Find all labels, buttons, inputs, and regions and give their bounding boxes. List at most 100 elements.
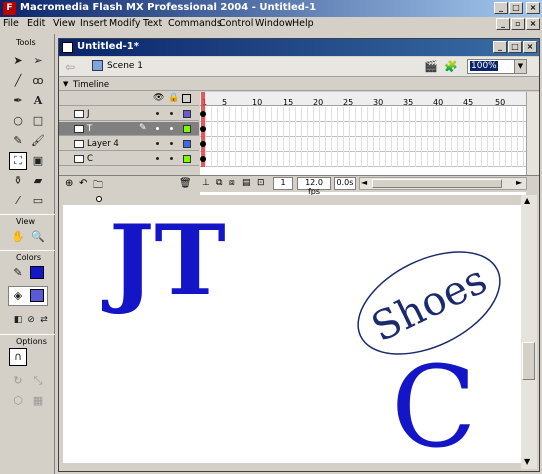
c-text[interactable]: C [391, 343, 477, 469]
jt-text[interactable]: JT [101, 204, 226, 317]
window-title: Macromedia Flash MX Professional 2004 - … [20, 2, 317, 13]
scroll-down-icon[interactable]: ▼ [524, 457, 530, 466]
lock-dot[interactable] [170, 142, 173, 145]
arrow-tool-icon[interactable]: ➤ [9, 52, 27, 70]
layer-outline-color[interactable] [183, 110, 191, 118]
layer-row[interactable]: J [59, 107, 199, 121]
layer-name[interactable]: C [87, 154, 93, 164]
hscroll-thumb[interactable] [372, 179, 502, 188]
snap-to-objects-icon[interactable]: ∩ [9, 348, 27, 366]
insert-layer-icon[interactable]: ⊕ [65, 178, 73, 189]
onion-markers-icon[interactable]: ⊡ [257, 178, 265, 188]
pencil-tool-icon[interactable]: ✎ [9, 132, 27, 150]
scene-label[interactable]: Scene 1 [107, 61, 143, 71]
outline-icon[interactable] [182, 94, 191, 103]
frames-area[interactable]: 1 5 10 15 20 25 30 35 40 45 50 [200, 92, 526, 210]
layer-row[interactable]: Layer 4 [59, 137, 199, 151]
back-arrow-icon[interactable]: ⇦ [65, 60, 75, 74]
edit-multiple-frames-icon[interactable]: ▤ [242, 178, 251, 188]
motion-guide-icon[interactable]: ↶ [79, 178, 87, 189]
fill-color-swatch[interactable] [30, 289, 44, 302]
menu-view[interactable]: View [53, 18, 76, 29]
menu-window[interactable]: Window [255, 18, 292, 29]
edit-symbols-icon[interactable]: 🧩 [444, 60, 458, 73]
brush-tool-icon[interactable]: 🖌 [29, 132, 47, 150]
visibility-dot[interactable] [156, 112, 159, 115]
doc-restore-button[interactable]: ▫ [511, 18, 525, 30]
oval-tool-icon[interactable]: ○ [9, 112, 27, 130]
insert-folder-icon[interactable]: 🗀 [93, 178, 103, 195]
menu-help[interactable]: Help [292, 18, 314, 29]
menu-bar: File Edit View Insert Modify Text Comman… [0, 17, 542, 32]
paint-bucket-tool-icon[interactable]: ▰ [29, 172, 47, 190]
eyedropper-tool-icon[interactable]: ⁄ [9, 192, 27, 210]
zoom-select[interactable]: 100% ▼ [467, 59, 527, 74]
maximize-button[interactable]: □ [509, 2, 523, 14]
lock-icon[interactable]: 🔒 [168, 93, 179, 103]
doc-win-maximize-button[interactable]: □ [508, 41, 522, 53]
scroll-left-icon[interactable]: ◄ [361, 178, 367, 187]
frame-rate[interactable]: 12.0 fps [297, 177, 331, 196]
layer-outline-color[interactable] [183, 140, 191, 148]
rectangle-tool-icon[interactable]: □ [29, 112, 47, 130]
doc-minimize-button[interactable]: _ [496, 18, 510, 30]
lock-dot[interactable] [170, 127, 173, 130]
text-tool-icon[interactable]: A [29, 92, 47, 110]
ink-bottle-tool-icon[interactable]: ⚱ [9, 172, 27, 190]
layer-name[interactable]: T [87, 124, 92, 134]
collapse-triangle-icon[interactable]: ▼ [63, 80, 68, 88]
lock-dot[interactable] [170, 157, 173, 160]
vscroll-thumb[interactable] [522, 342, 535, 380]
visibility-dot[interactable] [156, 157, 159, 160]
menu-commands[interactable]: Commands [168, 18, 222, 29]
layer-row[interactable]: C [59, 152, 199, 166]
stroke-color-swatch[interactable] [30, 266, 44, 279]
timeline-hscroll[interactable]: ◄ ► [359, 177, 527, 190]
frame-ruler[interactable]: 1 5 10 15 20 25 30 35 40 45 50 [200, 92, 526, 107]
layer-outline-color[interactable] [183, 125, 191, 133]
close-button[interactable]: × [526, 2, 540, 14]
chevron-down-icon[interactable]: ▼ [514, 60, 526, 73]
scroll-up-icon[interactable]: ▲ [524, 196, 530, 205]
eye-icon[interactable]: 👁 [153, 93, 164, 103]
doc-win-close-button[interactable]: × [523, 41, 537, 53]
onion-skin-icon[interactable]: ⧉ [216, 178, 222, 188]
swap-colors-icon[interactable]: ⇄ [35, 311, 53, 329]
doc-win-minimize-button[interactable]: _ [493, 41, 507, 53]
menu-control[interactable]: Control [219, 18, 253, 29]
center-frame-icon[interactable]: ⊥ [202, 178, 210, 188]
stage-area[interactable]: JT Shoes C ▲ ▼ [59, 195, 539, 469]
menu-file[interactable]: File [3, 18, 19, 29]
menu-text[interactable]: Text [143, 18, 162, 29]
menu-insert[interactable]: Insert [80, 18, 107, 29]
free-transform-tool-icon[interactable]: ⛶ [9, 152, 27, 170]
pen-tool-icon[interactable]: ✒ [9, 92, 27, 110]
subselect-tool-icon[interactable]: ➢ [29, 52, 47, 70]
zoom-tool-icon[interactable]: 🔍 [29, 228, 47, 246]
timeline-vscroll[interactable] [526, 92, 539, 175]
trash-icon[interactable]: 🗑 [179, 178, 192, 189]
layer-name[interactable]: Layer 4 [87, 139, 119, 149]
scroll-right-icon[interactable]: ► [516, 178, 522, 187]
eraser-tool-icon[interactable]: ▭ [29, 192, 47, 210]
hand-tool-icon[interactable]: ✋ [9, 228, 27, 246]
stage-vscroll[interactable]: ▲ ▼ [521, 195, 537, 469]
layer-outline-color[interactable] [183, 155, 191, 163]
layer-name[interactable]: J [87, 109, 90, 119]
layer-row-selected[interactable]: T ✎ [59, 122, 199, 136]
edit-scene-icon[interactable]: 🎬 [424, 60, 438, 73]
minimize-button[interactable]: _ [494, 2, 508, 14]
visibility-dot[interactable] [156, 142, 159, 145]
fill-transform-tool-icon[interactable]: ▣ [29, 152, 47, 170]
frame-grid[interactable] [200, 107, 526, 167]
stage[interactable]: JT Shoes C [63, 204, 521, 469]
menu-modify[interactable]: Modify [109, 18, 140, 29]
menu-edit[interactable]: Edit [27, 18, 45, 29]
doc-close-button[interactable]: × [526, 18, 540, 30]
visibility-dot[interactable] [156, 127, 159, 130]
timeline-header[interactable]: ▼ Timeline [59, 79, 539, 91]
lock-dot[interactable] [170, 112, 173, 115]
onion-outline-icon[interactable]: ⧈ [229, 178, 235, 188]
line-tool-icon[interactable]: ╱ [9, 72, 27, 90]
lasso-tool-icon[interactable]: ꝏ [29, 72, 47, 90]
